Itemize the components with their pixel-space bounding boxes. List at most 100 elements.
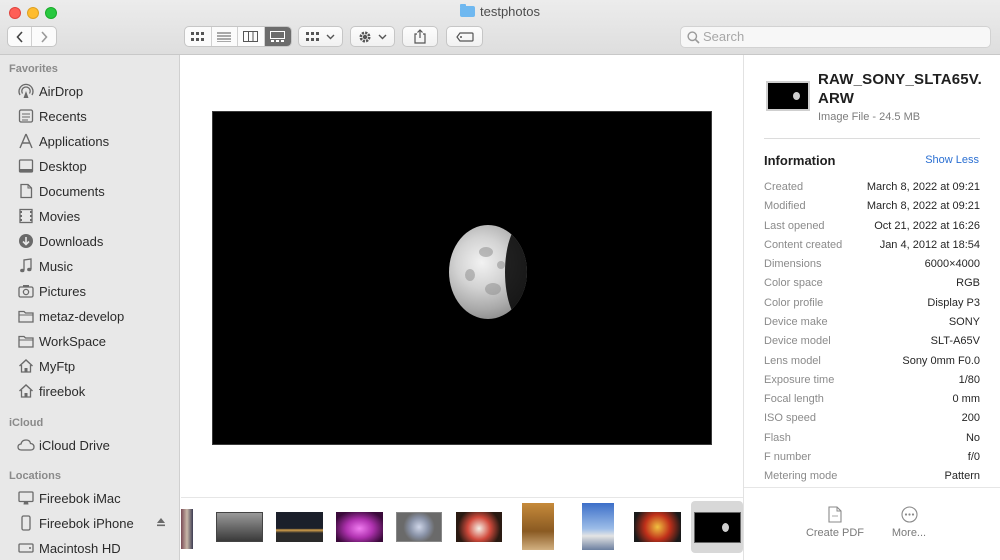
moon-image [449, 225, 527, 319]
sidebar-item-label: Movies [39, 208, 81, 224]
back-button[interactable] [8, 27, 32, 46]
group-grid-icon [306, 31, 319, 41]
folder-icon [460, 4, 475, 17]
info-row: Device model SLT-A65V [764, 334, 980, 347]
group-button[interactable] [298, 26, 343, 47]
filmstrip [181, 497, 743, 560]
sidebar-item-label: Macintosh HD [39, 540, 121, 556]
sidebar-item-movies[interactable]: Movies [0, 204, 179, 228]
sidebar-item-label: Music [39, 258, 73, 274]
more-actions-button[interactable]: More... [874, 506, 944, 539]
file-kind-size: Image File - 24.5 MB [818, 111, 921, 123]
file-thumbnail [766, 81, 810, 111]
search-placeholder: Search [703, 29, 745, 44]
thumbnail[interactable] [522, 503, 554, 550]
grid-icon [190, 31, 204, 41]
info-row: Metering mode Pattern [764, 469, 980, 482]
thumbnail[interactable] [216, 512, 263, 542]
window-title: testphotos [480, 4, 540, 19]
documents-icon [17, 182, 35, 200]
sidebar: Favorites AirDrop Recents Applications D… [0, 55, 180, 560]
sidebar-item-downloads[interactable]: Downloads [0, 229, 179, 253]
sidebar-item-workspace[interactable]: WorkSpace [0, 329, 179, 353]
thumbnail[interactable] [396, 512, 442, 542]
info-row: Lens model Sony 0mm F0.0 [764, 354, 980, 367]
gallery-view-button[interactable] [264, 27, 291, 46]
create-pdf-button[interactable]: Create PDF [800, 506, 870, 539]
thumbnail[interactable] [336, 512, 383, 542]
sidebar-item-icloud-drive[interactable]: iCloud Drive [0, 433, 179, 457]
thumbnail-moon[interactable] [694, 512, 741, 543]
sidebar-item-fireebok-imac[interactable]: Fireebok iMac [0, 486, 179, 510]
sidebar-item-label: Applications [39, 133, 110, 149]
sidebar-item-label: Fireebok iPhone [39, 515, 134, 531]
sidebar-item-recents[interactable]: Recents [0, 104, 179, 128]
sidebar-item-label: metaz-develop [39, 308, 125, 324]
info-row: Last opened Oct 21, 2022 at 16:26 [764, 219, 980, 232]
thumbnail[interactable] [456, 512, 502, 542]
divider [764, 138, 980, 139]
sidebar-item-desktop[interactable]: Desktop [0, 154, 179, 178]
chevron-down-icon [326, 34, 335, 39]
home-icon [17, 357, 35, 375]
gallery-preview [181, 55, 743, 497]
list-icon [217, 32, 232, 42]
icon-view-button[interactable] [185, 27, 212, 46]
thumbnail[interactable] [276, 512, 323, 542]
window-toolbar: testphotos Search [0, 0, 1000, 55]
thumbnail[interactable] [634, 512, 681, 542]
desktop-icon [17, 157, 35, 175]
movies-icon [17, 207, 35, 225]
music-icon [17, 257, 35, 275]
info-row: Flash No [764, 431, 980, 444]
action-button[interactable] [350, 26, 395, 47]
create-pdf-label: Create PDF [805, 527, 865, 539]
sidebar-item-applications[interactable]: Applications [0, 129, 179, 153]
gallery-icon [270, 31, 286, 42]
sidebar-item-myftp[interactable]: MyFtp [0, 354, 179, 378]
sidebar-item-macintosh-hd[interactable]: Macintosh HD [0, 536, 179, 560]
window-title-bar: testphotos [0, 4, 1000, 19]
show-less-link[interactable]: Show Less [925, 154, 979, 166]
share-button[interactable] [402, 26, 438, 47]
column-view-button[interactable] [238, 27, 265, 46]
folder-icon [17, 332, 35, 350]
info-row: Color profile Display P3 [764, 296, 980, 309]
info-row: Color space RGB [764, 276, 980, 289]
sidebar-item-label: Fireebok iMac [39, 490, 121, 506]
more-label: More... [891, 527, 927, 539]
file-name: RAW_SONY_SLTA65V.ARW [818, 71, 983, 107]
sidebar-item-pictures[interactable]: Pictures [0, 279, 179, 303]
sidebar-item-music[interactable]: Music [0, 254, 179, 278]
thumbnail[interactable] [181, 509, 193, 549]
locations-heading: Locations [9, 470, 61, 482]
sidebar-item-documents[interactable]: Documents [0, 179, 179, 203]
applications-icon [17, 132, 35, 150]
sidebar-item-fireebok-iphone[interactable]: Fireebok iPhone [0, 511, 179, 535]
info-row: Device make SONY [764, 315, 980, 328]
eject-icon[interactable] [156, 517, 166, 527]
imac-icon [17, 489, 35, 507]
info-row: ISO speed 200 [764, 411, 980, 424]
sidebar-item-label: AirDrop [39, 83, 84, 99]
sidebar-item-metaz-develop[interactable]: metaz-develop [0, 304, 179, 328]
sidebar-item-label: WorkSpace [39, 333, 106, 349]
chevron-left-icon [15, 30, 23, 43]
sidebar-item-label: Recents [39, 108, 87, 124]
chevron-right-icon [41, 30, 48, 43]
thumbnail[interactable] [582, 503, 614, 550]
list-view-button[interactable] [212, 27, 238, 46]
search-field[interactable]: Search [680, 26, 991, 48]
info-row: Modified March 8, 2022 at 09:21 [764, 199, 980, 212]
info-row: F number f/0 [764, 450, 980, 463]
recents-icon [17, 107, 35, 125]
tags-button[interactable] [446, 26, 483, 47]
sidebar-item-airdrop[interactable]: AirDrop [0, 79, 179, 103]
sidebar-item-fireebok[interactable]: fireebok [0, 379, 179, 403]
forward-button[interactable] [32, 27, 56, 46]
disk-icon [17, 539, 35, 557]
sidebar-item-label: Documents [39, 183, 105, 199]
pdf-document-icon [828, 506, 842, 523]
favorites-heading: Favorites [9, 63, 58, 75]
search-icon [687, 31, 700, 44]
